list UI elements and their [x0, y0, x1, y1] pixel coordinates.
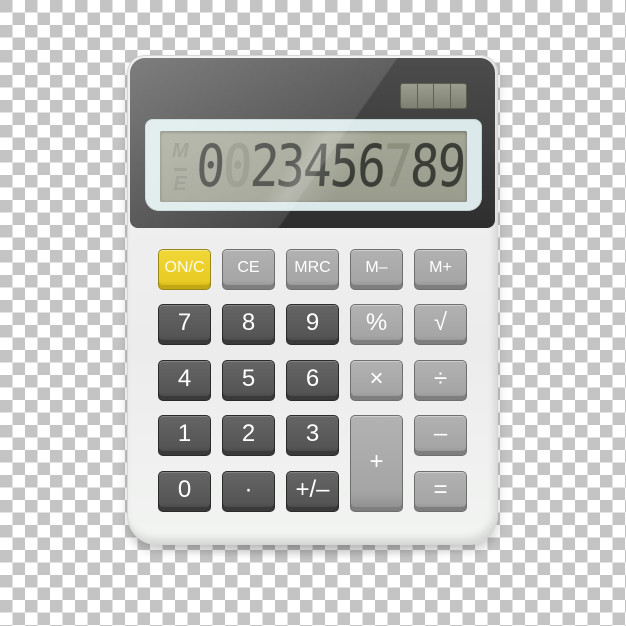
digit-8-button[interactable]: 8 — [222, 304, 275, 345]
digit-1-button[interactable]: 1 — [158, 415, 211, 456]
digit-9-label: 9 — [305, 308, 320, 336]
plus-button[interactable]: + — [350, 415, 403, 512]
memory-minus-label: M– — [365, 258, 388, 276]
clear-entry-label: CE — [237, 258, 260, 276]
digit-7-label: 7 — [177, 308, 192, 336]
digit-3-button[interactable]: 3 — [286, 415, 339, 456]
digit-7-button[interactable]: 7 — [158, 304, 211, 345]
memory-plus-button[interactable]: M+ — [414, 249, 467, 290]
divide-button[interactable]: ÷ — [414, 360, 467, 401]
digit-0-button[interactable]: 0 — [158, 471, 211, 512]
sign-toggle-button[interactable]: +/– — [286, 471, 339, 512]
digit-5-button[interactable]: 5 — [222, 360, 275, 401]
display-gloss — [130, 58, 495, 228]
memory-recall-button[interactable]: MRC — [286, 249, 339, 290]
square-root-icon: √ — [433, 308, 448, 336]
clear-entry-button[interactable]: CE — [222, 249, 275, 290]
digit-2-button[interactable]: 2 — [222, 415, 275, 456]
decimal-button[interactable]: · — [222, 471, 275, 512]
divide-icon: ÷ — [433, 364, 448, 392]
percent-label: % — [365, 308, 388, 336]
digit-6-label: 6 — [305, 364, 320, 392]
digit-2-label: 2 — [241, 419, 256, 447]
plus-icon: + — [369, 447, 384, 475]
calculator: M E 0 0 2 3 4 5 6 7 8 9 — [127, 55, 498, 545]
digit-4-label: 4 — [177, 364, 192, 392]
digit-5-label: 5 — [241, 364, 256, 392]
digit-0-label: 0 — [177, 475, 192, 503]
percent-button[interactable]: % — [350, 304, 403, 345]
digit-6-button[interactable]: 6 — [286, 360, 339, 401]
equals-icon: = — [433, 475, 448, 503]
multiply-icon: × — [369, 364, 384, 392]
memory-recall-label: MRC — [294, 258, 331, 276]
on-clear-label: ON/C — [164, 258, 205, 276]
display-housing: M E 0 0 2 3 4 5 6 7 8 9 — [130, 58, 495, 228]
minus-icon: – — [433, 419, 448, 447]
sign-toggle-label: +/– — [295, 475, 330, 503]
memory-minus-button[interactable]: M– — [350, 249, 403, 290]
multiply-button[interactable]: × — [350, 360, 403, 401]
digit-1-label: 1 — [177, 419, 192, 447]
on-clear-button[interactable]: ON/C — [158, 249, 211, 290]
digit-3-label: 3 — [305, 419, 320, 447]
square-root-button[interactable]: √ — [414, 304, 467, 345]
equals-button[interactable]: = — [414, 471, 467, 512]
digit-4-button[interactable]: 4 — [158, 360, 211, 401]
memory-plus-label: M+ — [429, 258, 452, 276]
decimal-icon: · — [244, 475, 253, 503]
minus-button[interactable]: – — [414, 415, 467, 456]
digit-9-button[interactable]: 9 — [286, 304, 339, 345]
digit-8-label: 8 — [241, 308, 256, 336]
